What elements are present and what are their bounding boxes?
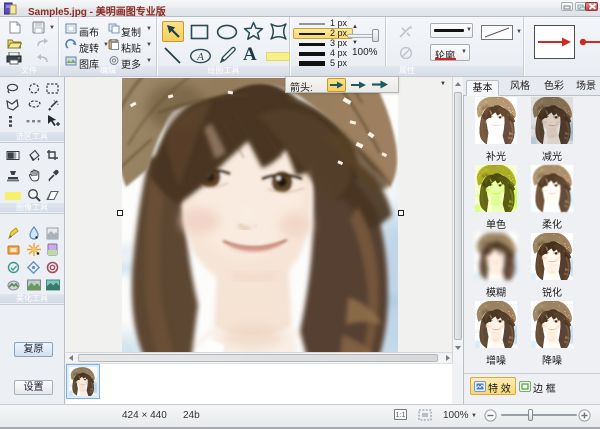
svg-text:A: A: [196, 51, 204, 63]
